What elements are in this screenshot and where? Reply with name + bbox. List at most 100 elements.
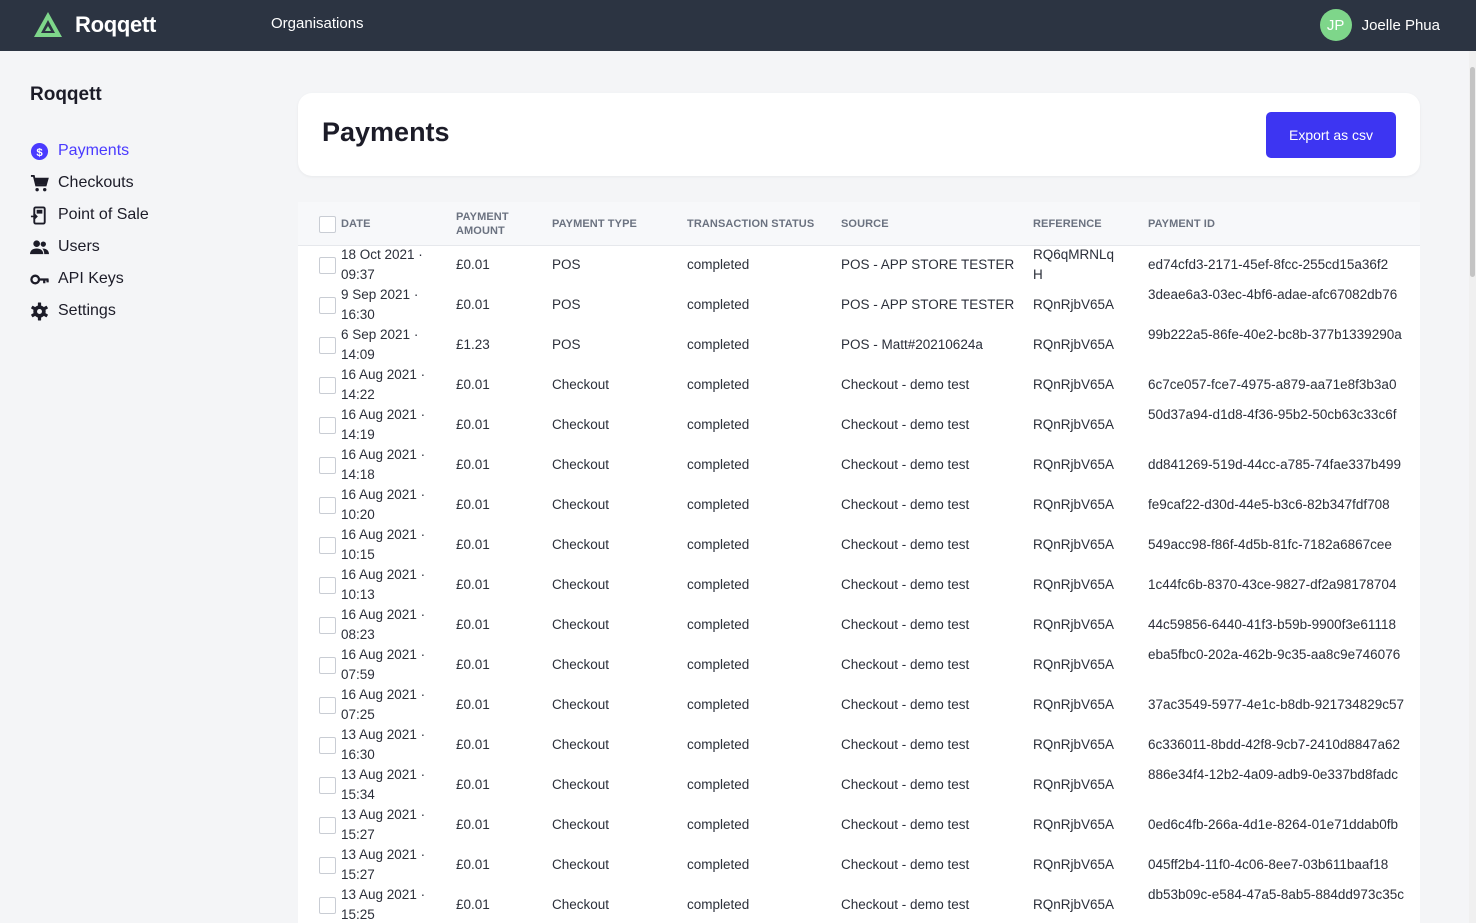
- cell-date: 13 Aug 2021 · 15:34: [341, 767, 426, 802]
- row-checkbox[interactable]: [319, 617, 336, 634]
- cell-payment-id: 99b222a5-86fe-40e2-bc8b-377b1339290a: [1148, 327, 1402, 342]
- avatar: JP: [1319, 9, 1352, 41]
- cell-source: Checkout - demo test: [841, 417, 970, 432]
- row-checkbox[interactable]: [319, 537, 336, 554]
- cell-reference: RQnRjbV65A: [1033, 457, 1115, 472]
- cell-payment-type: Checkout: [552, 377, 610, 392]
- row-checkbox[interactable]: [319, 817, 336, 834]
- org-name: Roqqett: [30, 84, 102, 105]
- sidebar-item-users[interactable]: Users: [30, 231, 149, 263]
- user-menu[interactable]: JP Joelle Phua: [1319, 9, 1440, 41]
- row-checkbox[interactable]: [319, 337, 336, 354]
- column-header-status[interactable]: TRANSACTION STATUS: [687, 217, 814, 231]
- cell-payment-type: POS: [552, 297, 581, 312]
- table-row[interactable]: 16 Aug 2021 · 08:23 £0.01 Checkout complete…: [298, 605, 1420, 645]
- column-header-date[interactable]: DATE: [341, 217, 371, 231]
- table-row[interactable]: 16 Aug 2021 · 10:20 £0.01 Checkout complete…: [298, 485, 1420, 525]
- table-row[interactable]: 13 Aug 2021 · 15:27 £0.01 Checkout complete…: [298, 805, 1420, 845]
- sidebar-item-checkouts[interactable]: Checkouts: [30, 167, 149, 199]
- table-row[interactable]: 16 Aug 2021 · 10:15 £0.01 Checkout complete…: [298, 525, 1420, 565]
- table-row[interactable]: 6 Sep 2021 · 14:09 £1.23 POS completed POS -…: [298, 325, 1420, 365]
- export-csv-button[interactable]: Export as csv: [1266, 112, 1396, 158]
- row-checkbox[interactable]: [319, 857, 336, 874]
- table-row[interactable]: 18 Oct 2021 · 09:37 £0.01 POS completed POS …: [298, 245, 1420, 285]
- table-row[interactable]: 16 Aug 2021 · 14:22 £0.01 Checkout complete…: [298, 365, 1420, 405]
- cell-amount: £0.01: [456, 657, 490, 672]
- cell-source: Checkout - demo test: [841, 537, 970, 552]
- cell-payment-id: 37ac3549-5977-4e1c-b8db-921734829c57: [1148, 697, 1404, 712]
- sidebar: Roqqett $ Payments Checkouts Point of Sa…: [0, 51, 280, 923]
- column-header-type[interactable]: PAYMENT TYPE: [552, 217, 637, 231]
- cell-status: completed: [687, 777, 750, 792]
- cell-date: 13 Aug 2021 · 15:25: [341, 887, 426, 922]
- cell-date: 16 Aug 2021 · 07:25: [341, 687, 426, 722]
- row-checkbox[interactable]: [319, 657, 336, 674]
- row-checkbox[interactable]: [319, 737, 336, 754]
- sidebar-item-api-keys[interactable]: API Keys: [30, 263, 149, 295]
- row-checkbox[interactable]: [319, 697, 336, 714]
- table-row[interactable]: 16 Aug 2021 · 10:13 £0.01 Checkout complete…: [298, 565, 1420, 605]
- cell-date: 16 Aug 2021 · 10:13: [341, 567, 426, 602]
- row-checkbox[interactable]: [319, 897, 336, 914]
- cell-payment-id: 50d37a94-d1d8-4f36-95b2-50cb63c33c6f: [1148, 407, 1397, 422]
- cell-reference: RQnRjbV65A: [1033, 497, 1115, 512]
- cell-amount: £0.01: [456, 497, 490, 512]
- table-row[interactable]: 16 Aug 2021 · 14:19 £0.01 Checkout complete…: [298, 405, 1420, 445]
- table-row[interactable]: 16 Aug 2021 · 07:25 £0.01 Checkout complete…: [298, 685, 1420, 725]
- cell-reference: RQnRjbV65A: [1033, 417, 1115, 432]
- table-row[interactable]: 16 Aug 2021 · 14:18 £0.01 Checkout complete…: [298, 445, 1420, 485]
- cell-source: Checkout - demo test: [841, 617, 970, 632]
- payments-table: DATE PAYMENT AMOUNT PAYMENT TYPE TRANSAC…: [298, 202, 1420, 923]
- scrollbar[interactable]: [1469, 51, 1476, 923]
- row-checkbox[interactable]: [319, 577, 336, 594]
- cell-source: Checkout - demo test: [841, 817, 970, 832]
- cell-payment-id: 6c7ce057-fce7-4975-a879-aa71e8f3b3a0: [1148, 377, 1397, 392]
- cell-status: completed: [687, 817, 750, 832]
- cell-payment-id: 045ff2b4-11f0-4c06-8ee7-03b611baaf18: [1148, 857, 1389, 872]
- sidebar-item-point-of-sale[interactable]: Point of Sale: [30, 199, 149, 231]
- row-checkbox[interactable]: [319, 417, 336, 434]
- row-checkbox[interactable]: [319, 257, 336, 274]
- cell-reference: RQnRjbV65A: [1033, 617, 1115, 632]
- column-header-amount[interactable]: PAYMENT AMOUNT: [456, 210, 518, 238]
- column-header-source[interactable]: SOURCE: [841, 217, 889, 231]
- table-row[interactable]: 13 Aug 2021 · 15:27 £0.01 Checkout complete…: [298, 845, 1420, 885]
- row-checkbox[interactable]: [319, 377, 336, 394]
- cell-status: completed: [687, 377, 750, 392]
- table-row[interactable]: 16 Aug 2021 · 07:59 £0.01 Checkout complete…: [298, 645, 1420, 685]
- cell-amount: £0.01: [456, 417, 490, 432]
- cell-payment-id: 3deae6a3-03ec-4bf6-adae-afc67082db76: [1148, 287, 1398, 302]
- nav-organisations[interactable]: Organisations: [271, 15, 364, 32]
- row-checkbox[interactable]: [319, 297, 336, 314]
- cell-date: 6 Sep 2021 · 14:09: [341, 327, 419, 362]
- cell-source: Checkout - demo test: [841, 737, 970, 752]
- gear-icon: [30, 301, 49, 321]
- cell-reference: RQnRjbV65A: [1033, 537, 1115, 552]
- row-checkbox[interactable]: [319, 457, 336, 474]
- sidebar-item-label: Checkouts: [58, 174, 134, 191]
- table-row[interactable]: 13 Aug 2021 · 16:30 £0.01 Checkout complete…: [298, 725, 1420, 765]
- cell-reference: RQnRjbV65A: [1033, 737, 1115, 752]
- table-row[interactable]: 9 Sep 2021 · 16:30 £0.01 POS completed POS -…: [298, 285, 1420, 325]
- select-all-checkbox[interactable]: [319, 216, 336, 233]
- row-checkbox[interactable]: [319, 777, 336, 794]
- brand[interactable]: Roqqett: [33, 10, 156, 40]
- row-checkbox[interactable]: [319, 497, 336, 514]
- sidebar-item-payments[interactable]: $ Payments: [30, 135, 149, 167]
- table-row[interactable]: 13 Aug 2021 · 15:25 £0.01 Checkout complete…: [298, 885, 1420, 923]
- cell-payment-id: eba5fbc0-202a-462b-9c35-aa8c9e746076: [1148, 647, 1401, 662]
- pos-icon: [30, 205, 49, 225]
- table-row[interactable]: 13 Aug 2021 · 15:34 £0.01 Checkout complete…: [298, 765, 1420, 805]
- cart-icon: [30, 174, 49, 193]
- cell-date: 16 Aug 2021 · 14:22: [341, 367, 426, 402]
- cell-status: completed: [687, 457, 750, 472]
- cell-date: 16 Aug 2021 · 10:15: [341, 527, 426, 562]
- cell-payment-id: 1c44fc6b-8370-43ce-9827-df2a98178704: [1148, 577, 1397, 592]
- cell-amount: £1.23: [456, 337, 490, 352]
- cell-status: completed: [687, 417, 750, 432]
- scrollbar-thumb[interactable]: [1470, 67, 1475, 277]
- cell-payment-type: Checkout: [552, 577, 610, 592]
- column-header-payment-id[interactable]: PAYMENT ID: [1148, 217, 1215, 231]
- sidebar-item-settings[interactable]: Settings: [30, 295, 149, 327]
- column-header-reference[interactable]: REFERENCE: [1033, 217, 1102, 231]
